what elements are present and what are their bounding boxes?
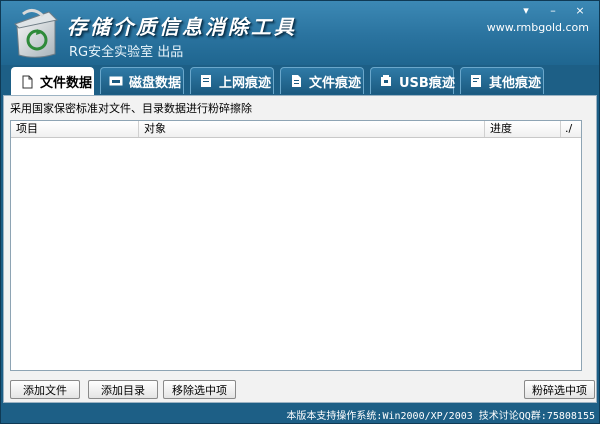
status-bar: 本版本支持操作系统:Win2000/XP/2003 技术讨论QQ群:758081… (1, 405, 599, 423)
tab-file-traces[interactable]: 文件痕迹 (280, 67, 364, 94)
tab-usb-traces[interactable]: USB痕迹 (370, 67, 455, 94)
app-window: 存储介质信息消除工具 RG安全实验室 出品 www.rmbgold.com ▾ … (0, 0, 600, 424)
column-header-item[interactable]: 项目 (11, 121, 139, 137)
website-link[interactable]: www.rmbgold.com (487, 21, 589, 34)
tab-label: 文件数据 (40, 76, 93, 91)
window-controls: ▾ – × (513, 3, 593, 18)
app-title: 存储介质信息消除工具 (67, 15, 297, 39)
column-header-progress[interactable]: 进度 (485, 121, 561, 137)
menu-dropdown-button[interactable]: ▾ (513, 3, 539, 18)
panel-description: 采用国家保密标准对文件、目录数据进行粉碎擦除 (10, 102, 252, 115)
list-header: 项目 对象 进度 ./ (11, 121, 581, 138)
other-trace-icon (471, 75, 481, 87)
tab-disk-data[interactable]: 磁盘数据 (100, 67, 184, 94)
tab-file-data[interactable]: 文件数据 (11, 67, 94, 95)
title-bar[interactable]: 存储介质信息消除工具 RG安全实验室 出品 www.rmbgold.com ▾ … (1, 1, 599, 65)
add-directory-button[interactable]: 添加目录 (88, 380, 158, 399)
remove-selected-button[interactable]: 移除选中项 (163, 380, 236, 399)
file-trace-icon (292, 75, 301, 87)
document-icon (22, 75, 33, 88)
minimize-button[interactable]: – (540, 3, 566, 18)
column-header-object[interactable]: 对象 (139, 121, 485, 137)
close-button[interactable]: × (567, 3, 593, 18)
column-header-check[interactable]: ./ (561, 121, 581, 137)
tab-bar: 文件数据 磁盘数据 上网痕迹 文件痕迹 USB痕迹 其他痕迹 (11, 67, 544, 95)
usb-icon (381, 75, 391, 86)
app-subtitle: RG安全实验室 出品 (69, 45, 184, 60)
status-text: 本版本支持操作系统:Win2000/XP/2003 技术讨论QQ群:758081… (286, 411, 595, 422)
disk-icon (109, 76, 123, 86)
tab-label: 磁盘数据 (129, 75, 182, 91)
tab-label: USB痕迹 (399, 75, 455, 91)
add-file-button[interactable]: 添加文件 (10, 380, 80, 399)
file-data-panel: 采用国家保密标准对文件、目录数据进行粉碎擦除 项目 对象 进度 ./ 添加文件 … (3, 95, 597, 403)
tab-label: 上网痕迹 (219, 75, 272, 91)
recycle-bin-logo-icon (14, 9, 59, 58)
list-body[interactable] (11, 138, 581, 370)
tab-label: 其他痕迹 (489, 75, 542, 91)
tab-label: 文件痕迹 (309, 75, 362, 91)
shred-selected-button[interactable]: 粉碎选中项 (524, 380, 595, 399)
file-list[interactable]: 项目 对象 进度 ./ (10, 120, 582, 371)
browser-icon (201, 75, 211, 87)
tab-internet-traces[interactable]: 上网痕迹 (190, 67, 274, 94)
tab-other-traces[interactable]: 其他痕迹 (460, 67, 544, 94)
